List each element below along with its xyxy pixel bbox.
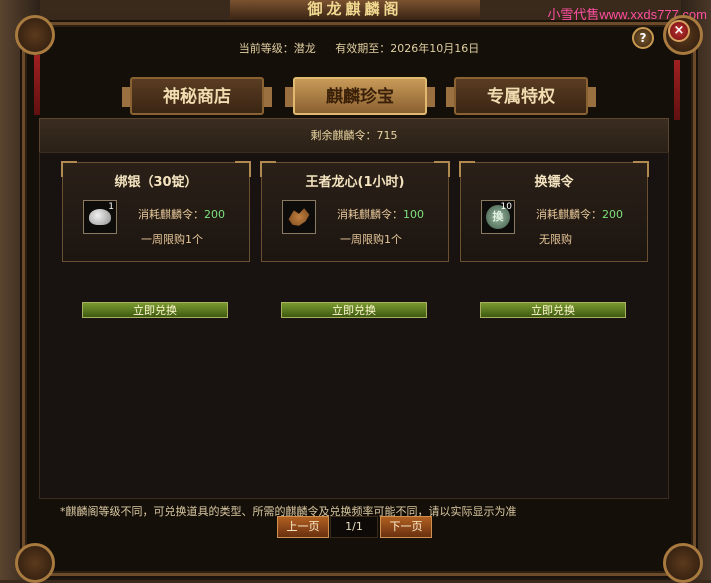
main-panel: 当前等级：潜龙 有效期至：2026年10月16日 神秘商店 麒麟珍宝 专属特权 … xyxy=(15,15,703,583)
corner-ornament xyxy=(663,543,703,583)
next-page-button[interactable]: 下一页 xyxy=(380,516,432,538)
help-button[interactable]: ? xyxy=(632,27,654,49)
tab-label: 专属特权 xyxy=(487,87,555,107)
item-limit: 无限购 xyxy=(539,233,572,246)
item-card: 绑银（30锭） 1 消耗麒麟令：200 一周限购1个 xyxy=(61,161,251,262)
item-title: 绑银（30锭） xyxy=(114,175,198,190)
status-info-bar: 当前等级：潜龙 有效期至：2026年10月16日 xyxy=(25,37,693,61)
tab-label: 神秘商店 xyxy=(163,87,231,107)
page-indicator: 1/1 xyxy=(330,516,378,538)
remaining-tokens: 剩余麒麟令：715 xyxy=(39,118,669,154)
dragon-heart-icon xyxy=(288,208,310,226)
tab-bar: 神秘商店 麒麟珍宝 专属特权 xyxy=(122,77,596,117)
item-cost: 消耗麒麟令：200 xyxy=(138,208,225,221)
tassel-decoration xyxy=(34,55,40,115)
close-button[interactable]: × xyxy=(668,20,690,42)
item-slot[interactable]: 換 10 xyxy=(481,200,515,234)
item-limit: 一周限购1个 xyxy=(340,233,402,246)
item-card: 王者龙心(1小时) 消耗麒麟令：100 一周限购1个 xyxy=(260,161,450,262)
tab-exclusive-privileges[interactable]: 专属特权 xyxy=(446,77,596,115)
exchange-button[interactable]: 立即兑换 xyxy=(281,302,427,318)
item-cost: 消耗麒麟令：100 xyxy=(337,208,424,221)
expiry-date: 有效期至：2026年10月16日 xyxy=(335,42,480,55)
exchange-button[interactable]: 立即兑换 xyxy=(82,302,228,318)
tab-mystery-shop[interactable]: 神秘商店 xyxy=(122,77,272,115)
item-slot[interactable]: 1 xyxy=(83,200,117,234)
item-limit: 一周限购1个 xyxy=(141,233,203,246)
pagination: 上一页 1/1 下一页 xyxy=(277,516,432,538)
item-slot[interactable] xyxy=(282,200,316,234)
tab-label: 麒麟珍宝 xyxy=(326,87,394,107)
tassel-decoration xyxy=(674,60,680,120)
item-title: 王者龙心(1小时) xyxy=(305,175,405,190)
exchange-button[interactable]: 立即兑换 xyxy=(480,302,626,318)
item-list: 绑银（30锭） 1 消耗麒麟令：200 一周限购1个 立即兑换 王者龙心(1小时… xyxy=(39,152,669,518)
item-title: 换镖令 xyxy=(534,175,574,190)
prev-page-button[interactable]: 上一页 xyxy=(277,516,329,538)
corner-ornament xyxy=(15,543,55,583)
item-card: 换镖令 換 10 消耗麒麟令：200 无限购 xyxy=(459,161,649,262)
item-quantity: 1 xyxy=(108,202,114,212)
current-level: 当前等级：潜龙 xyxy=(238,42,316,55)
tab-qilin-treasure[interactable]: 麒麟珍宝 xyxy=(285,77,435,115)
item-cost: 消耗麒麟令：200 xyxy=(536,208,623,221)
window-title: 御龙麒麟阁 xyxy=(230,0,480,22)
item-quantity: 10 xyxy=(500,202,512,212)
